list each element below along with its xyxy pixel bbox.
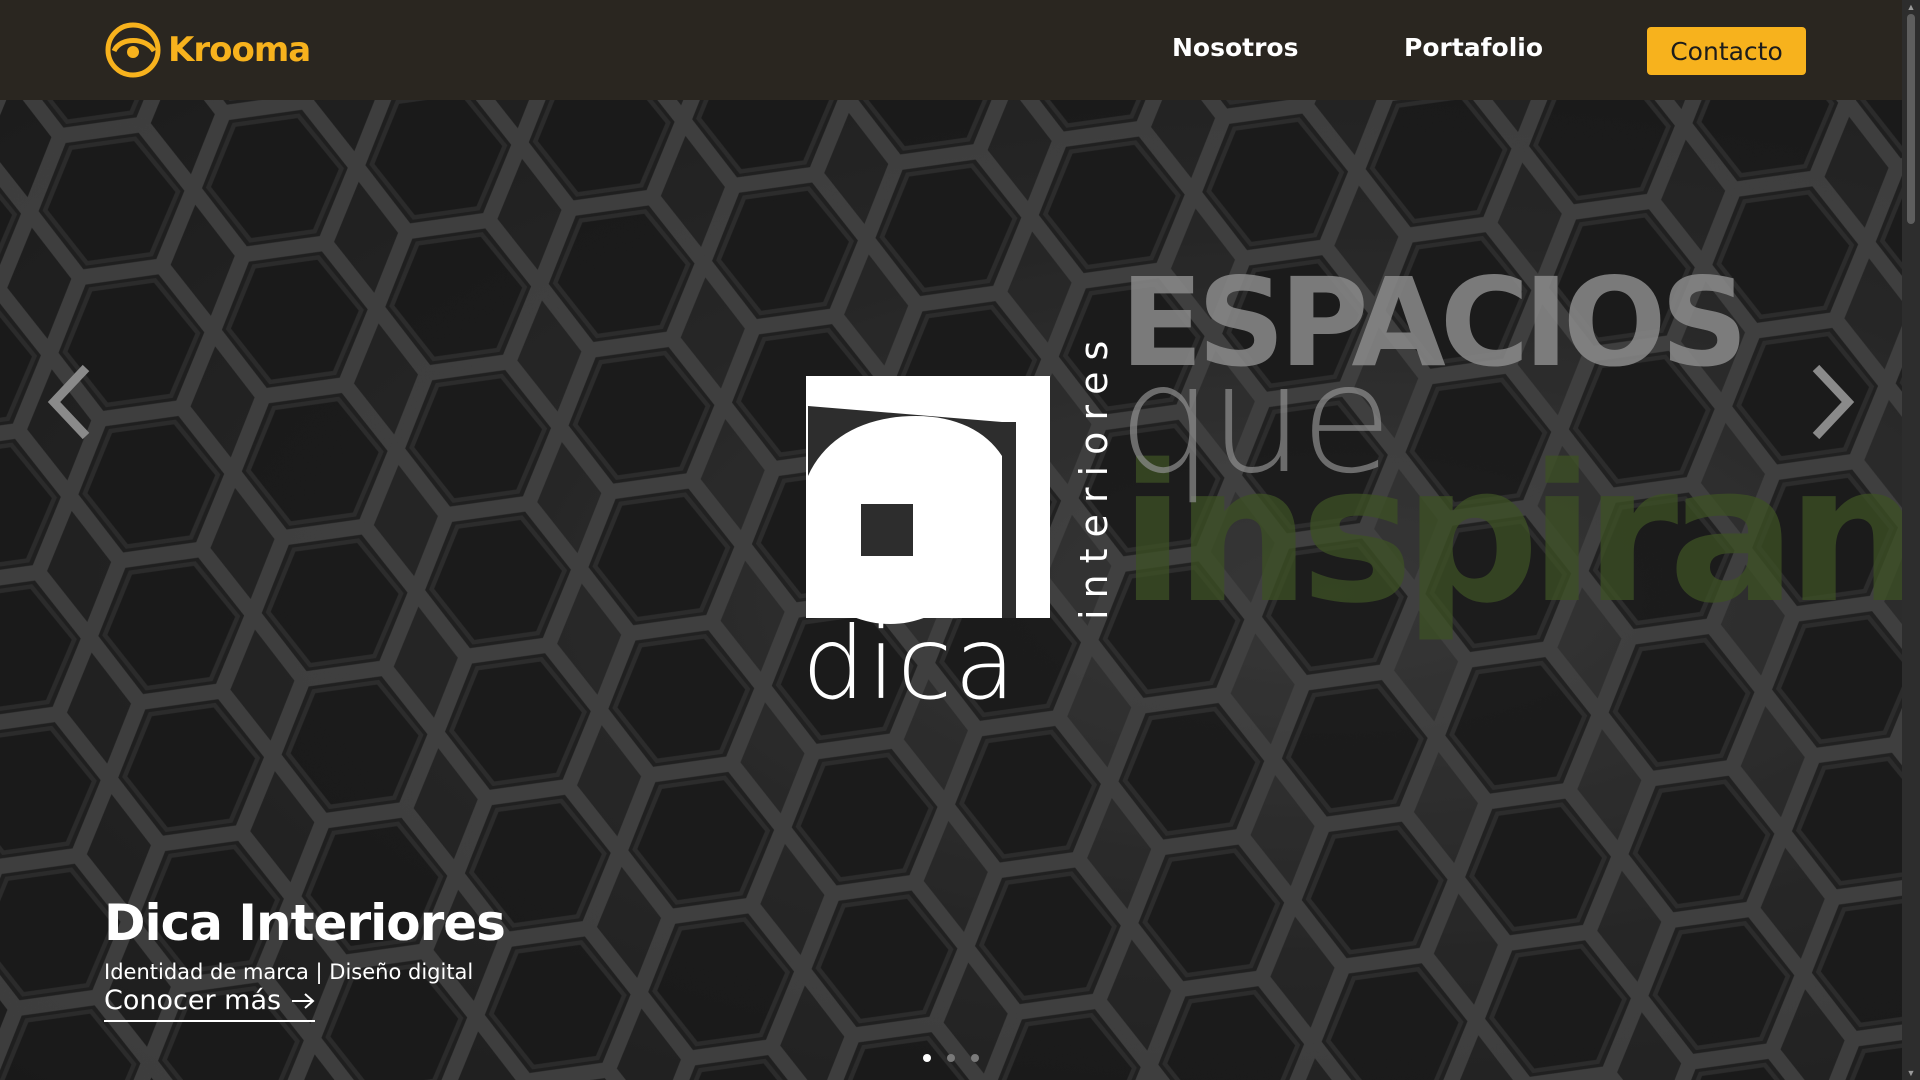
site-header: Krooma Nosotros Portafolio Contacto — [0, 0, 1902, 100]
contact-button[interactable]: Contacto — [1647, 27, 1806, 75]
carousel-dot-2[interactable] — [947, 1054, 955, 1062]
dica-logo-word: dica — [802, 605, 1018, 722]
scroll-down-icon[interactable]: ▼ — [1906, 1068, 1916, 1078]
brand-logo-link[interactable]: Krooma — [104, 21, 311, 79]
scroll-thumb[interactable] — [1907, 14, 1915, 224]
scroll-up-icon[interactable]: ▲ — [1906, 2, 1916, 12]
slogan-word-2: que — [1118, 333, 1393, 507]
carousel-indicators — [923, 1054, 979, 1062]
conocer-mas-label: Conocer más — [104, 985, 282, 1016]
conocer-mas-link[interactable]: Conocer más — [104, 985, 316, 1022]
chevron-right-icon[interactable] — [1806, 362, 1856, 442]
nav-link-portafolio[interactable]: Portafolio — [1404, 33, 1543, 62]
brand-name: Krooma — [168, 30, 311, 70]
carousel-dot-3[interactable] — [971, 1054, 979, 1062]
arrow-right-icon — [292, 992, 315, 1009]
nav-link-nosotros[interactable]: Nosotros — [1172, 33, 1299, 62]
page-scrollbar[interactable]: ▲ ▼ — [1902, 0, 1920, 1080]
chevron-left-icon[interactable] — [46, 362, 96, 442]
krooma-logo-icon — [105, 22, 161, 78]
carousel-dot-1[interactable] — [923, 1054, 931, 1062]
slide-title: Dica Interiores — [104, 894, 506, 952]
slide-subtitle: Identidad de marca | Diseño digital — [104, 960, 474, 984]
dica-logo-vertical-text: interiores — [1072, 329, 1116, 620]
